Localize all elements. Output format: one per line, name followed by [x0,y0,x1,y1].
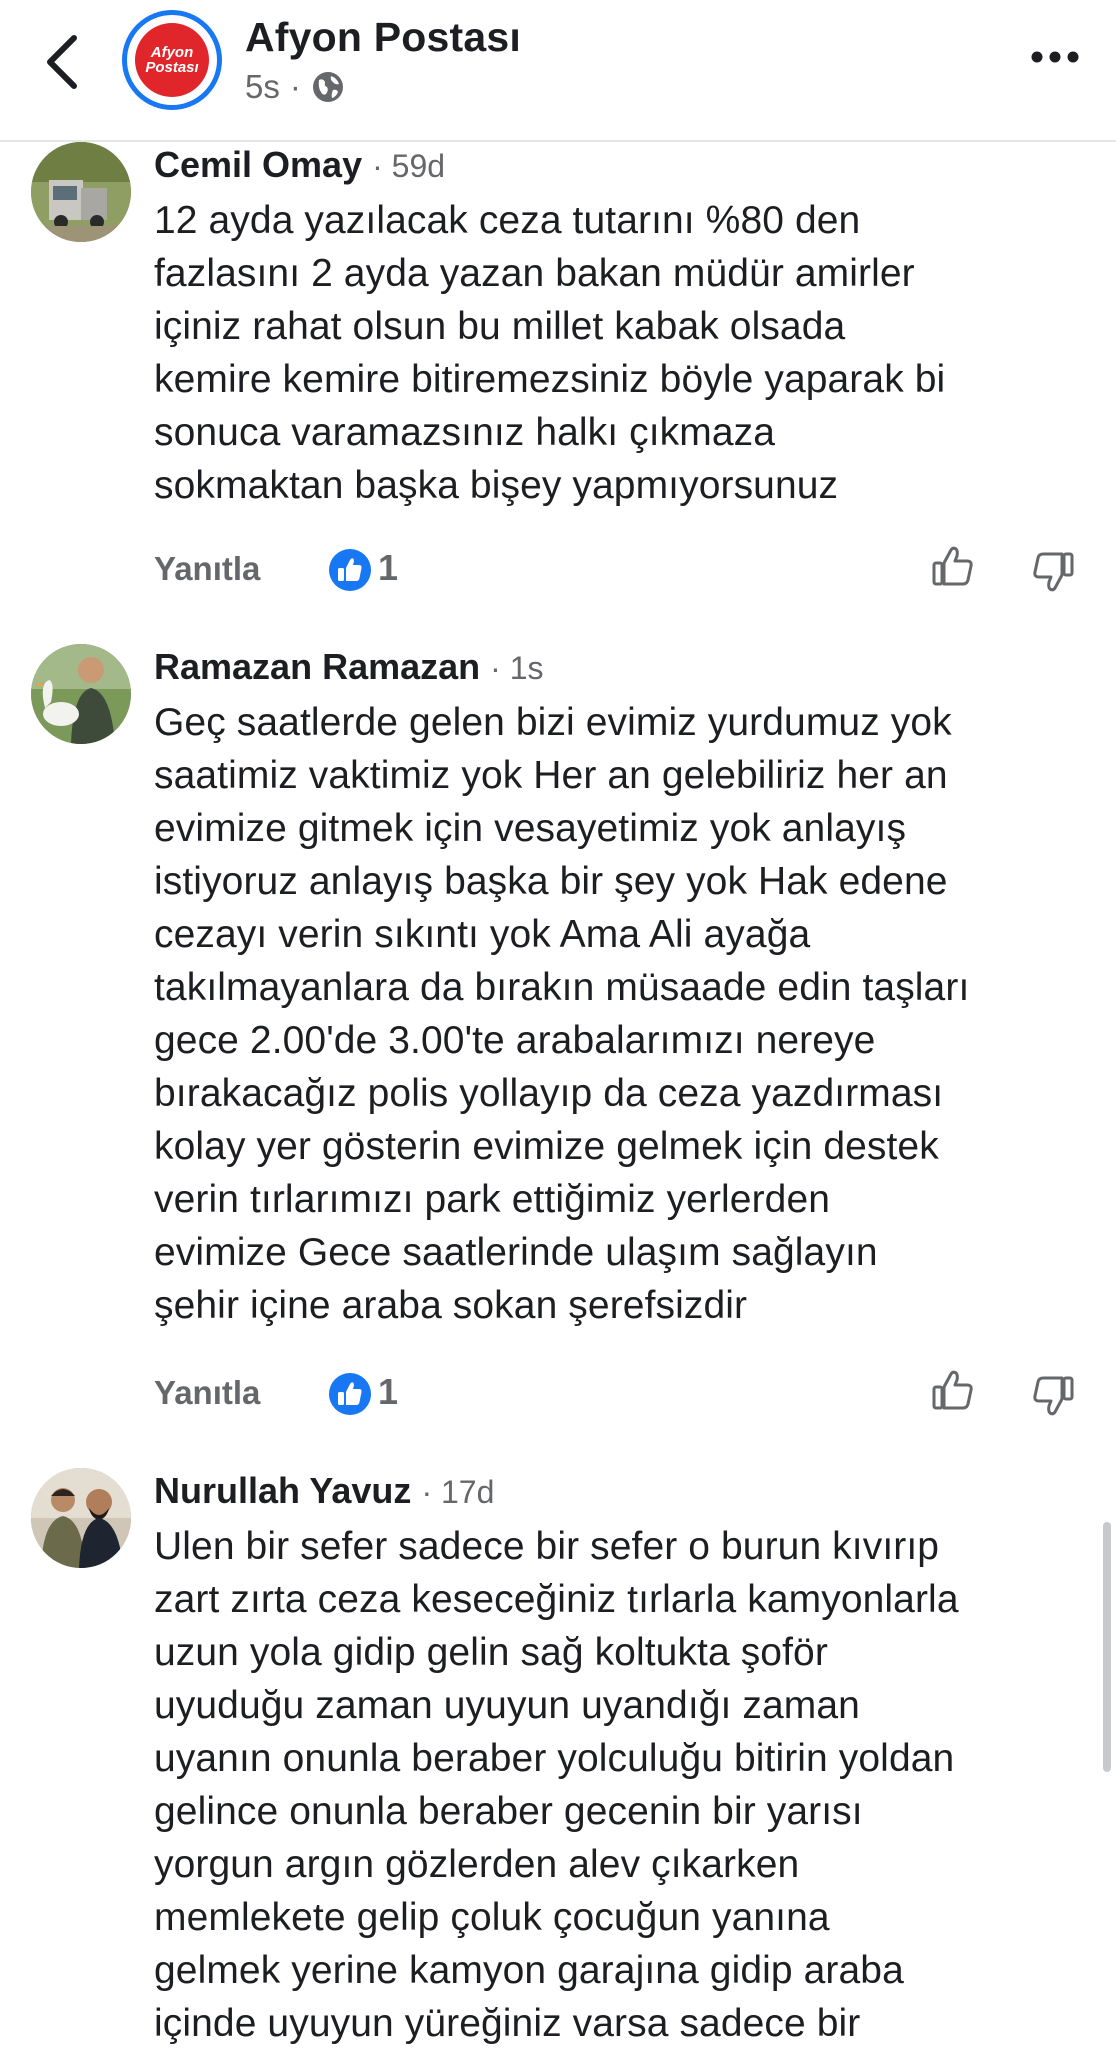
commenter-avatar[interactable] [31,644,131,744]
post-time: 5s [245,68,280,105]
page-logo: Afyon Postası [135,23,209,97]
like-count: 1 [378,547,399,588]
reply-button[interactable]: Yanıtla [154,550,260,588]
comment-author-line: Nurullah Yavuz · 17d [154,1470,494,1512]
scrollbar[interactable] [1103,1522,1111,1772]
logo-text-top: Afyon [150,44,194,61]
comment-text: Ulen bir sefer sadece bir sefer o burun … [154,1525,959,2045]
comment-author-line: Ramazan Ramazan · 1s [154,646,544,688]
thumb-down-icon[interactable] [1030,548,1076,594]
like-badge-icon [329,1373,371,1415]
thumb-up-icon[interactable] [930,544,976,590]
back-chevron-icon[interactable] [38,30,86,94]
page-avatar[interactable]: Afyon Postası [122,10,222,110]
more-options-icon[interactable] [1030,50,1080,64]
comment-age: · 17d [421,1474,495,1510]
comment-text: 12 ayda yazılacak ceza tutarını %80 den … [154,199,946,507]
globe-icon [312,72,343,102]
page-name[interactable]: Afyon Postası [245,14,521,61]
comment-author-line: Cemil Omay · 59d [154,144,445,186]
comment-actions: Yanıtla 1 [0,544,1116,604]
thumb-down-icon[interactable] [1030,1372,1076,1418]
logo-text-bottom: Postası [145,59,199,76]
comment-text: Geç saatlerde gelen bizi evimiz yurdumuz… [154,701,970,1327]
comment-author[interactable]: Nurullah Yavuz [154,1470,411,1511]
post-meta: 5s · [245,68,345,106]
comment-author[interactable]: Ramazan Ramazan [154,646,480,687]
thumb-up-icon[interactable] [930,1368,976,1414]
reply-button[interactable]: Yanıtla [154,1374,260,1412]
comment-age: · 1s [490,650,544,686]
commenter-avatar[interactable] [31,1468,131,1568]
post-header: Afyon Postası Afyon Postası 5s · [0,0,1116,142]
like-badge-icon [329,549,371,591]
like-count: 1 [378,1371,399,1412]
commenter-avatar[interactable] [31,142,131,242]
comment-age: · 59d [372,148,446,184]
meta-separator: · [289,68,301,105]
comment-actions: Yanıtla 1 [0,1368,1116,1428]
comment-author[interactable]: Cemil Omay [154,144,362,185]
